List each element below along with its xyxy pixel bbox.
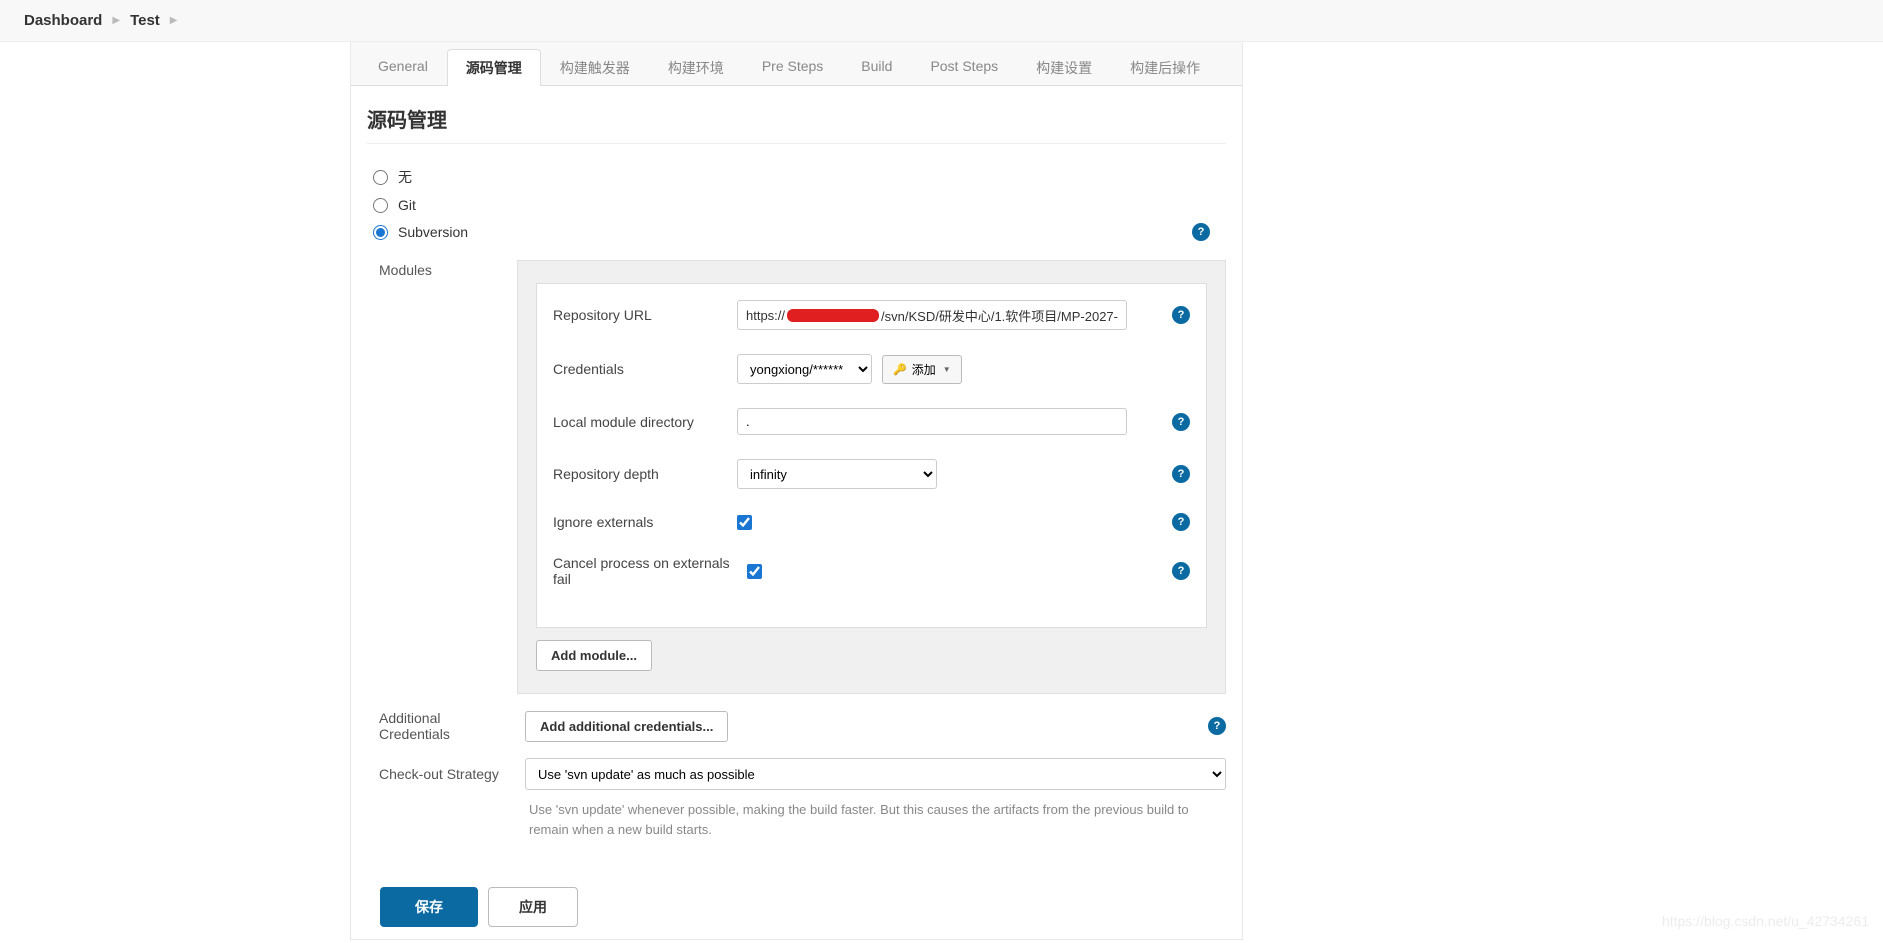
help-icon[interactable]: ? bbox=[1172, 562, 1190, 580]
chevron-right-icon: ▶ bbox=[112, 15, 120, 26]
module-inner: Repository URL https:// /svn/KSD/研发中心/1.… bbox=[536, 283, 1207, 628]
config-panel: General 源码管理 构建触发器 构建环境 Pre Steps Build … bbox=[350, 42, 1243, 940]
tab-post-build[interactable]: 构建后操作 bbox=[1111, 49, 1219, 86]
local-dir-label: Local module directory bbox=[553, 414, 723, 430]
repo-url-suffix: /svn/KSD/研发中心/1.软件项目/MP-2027- bbox=[881, 306, 1118, 325]
apply-button[interactable]: 应用 bbox=[488, 887, 578, 927]
local-dir-input[interactable] bbox=[737, 408, 1127, 435]
module-panel: Repository URL https:// /svn/KSD/研发中心/1.… bbox=[517, 260, 1226, 694]
help-icon[interactable]: ? bbox=[1172, 465, 1190, 483]
modules-label: Modules bbox=[379, 260, 499, 278]
tab-post-steps[interactable]: Post Steps bbox=[911, 49, 1017, 86]
ignore-externals-checkbox[interactable] bbox=[737, 515, 752, 530]
save-button[interactable]: 保存 bbox=[380, 887, 478, 927]
section-title: 源码管理 bbox=[367, 104, 1226, 144]
breadcrumb-test[interactable]: Test bbox=[130, 12, 160, 29]
checkout-description: Use 'svn update' whenever possible, maki… bbox=[529, 800, 1216, 839]
checkout-strategy-select[interactable]: Use 'svn update' as much as possible bbox=[525, 758, 1226, 790]
credentials-select[interactable]: yongxiong/****** bbox=[737, 354, 872, 384]
help-icon[interactable]: ? bbox=[1172, 413, 1190, 431]
button-bar: 保存 应用 bbox=[380, 887, 578, 927]
scm-radio-none[interactable] bbox=[373, 170, 388, 185]
tab-build[interactable]: Build bbox=[842, 49, 911, 86]
tab-pre-steps[interactable]: Pre Steps bbox=[743, 49, 842, 86]
tabs-bar: General 源码管理 构建触发器 构建环境 Pre Steps Build … bbox=[351, 42, 1242, 86]
add-credentials-button[interactable]: 🔑 添加 ▼ bbox=[882, 355, 962, 384]
help-icon[interactable]: ? bbox=[1208, 717, 1226, 735]
help-icon[interactable]: ? bbox=[1192, 223, 1210, 241]
redacted-host bbox=[787, 309, 879, 322]
scm-label-none[interactable]: 无 bbox=[398, 167, 412, 187]
scm-radio-git[interactable] bbox=[373, 198, 388, 213]
scm-label-git[interactable]: Git bbox=[398, 197, 416, 213]
repo-url-label: Repository URL bbox=[553, 307, 723, 323]
depth-label: Repository depth bbox=[553, 466, 723, 482]
repo-url-prefix: https:// bbox=[746, 308, 785, 323]
credentials-label: Credentials bbox=[553, 361, 723, 377]
tab-general[interactable]: General bbox=[359, 49, 447, 86]
breadcrumb-dashboard[interactable]: Dashboard bbox=[24, 12, 102, 29]
tab-triggers[interactable]: 构建触发器 bbox=[541, 49, 649, 86]
section-content: 源码管理 无 Git Subversion ? Modules Reposi bbox=[351, 86, 1242, 939]
help-icon[interactable]: ? bbox=[1172, 513, 1190, 531]
help-icon[interactable]: ? bbox=[1172, 306, 1190, 324]
cancel-externals-checkbox[interactable] bbox=[747, 564, 762, 579]
key-icon: 🔑 bbox=[893, 363, 907, 376]
add-additional-credentials-button[interactable]: Add additional credentials... bbox=[525, 711, 728, 742]
tab-build-settings[interactable]: 构建设置 bbox=[1017, 49, 1111, 86]
watermark: https://blog.csdn.net/u_42734261 bbox=[1662, 913, 1869, 929]
cancel-externals-label: Cancel process on externals fail bbox=[553, 555, 733, 587]
repo-url-input[interactable]: https:// /svn/KSD/研发中心/1.软件项目/MP-2027- bbox=[737, 300, 1127, 330]
add-module-button[interactable]: Add module... bbox=[536, 640, 652, 671]
add-cred-label: 添加 bbox=[912, 361, 936, 378]
tab-environment[interactable]: 构建环境 bbox=[649, 49, 743, 86]
breadcrumb: Dashboard ▶ Test ▶ bbox=[0, 0, 1883, 42]
depth-select[interactable]: infinity bbox=[737, 459, 937, 489]
additional-credentials-label: Additional Credentials bbox=[379, 710, 507, 742]
scm-radio-subversion[interactable] bbox=[373, 225, 388, 240]
tab-scm[interactable]: 源码管理 bbox=[447, 49, 541, 86]
ignore-externals-label: Ignore externals bbox=[553, 514, 723, 530]
chevron-down-icon: ▼ bbox=[943, 365, 951, 374]
chevron-right-icon: ▶ bbox=[170, 15, 178, 26]
checkout-strategy-label: Check-out Strategy bbox=[379, 766, 507, 782]
scm-label-subversion[interactable]: Subversion bbox=[398, 224, 468, 240]
